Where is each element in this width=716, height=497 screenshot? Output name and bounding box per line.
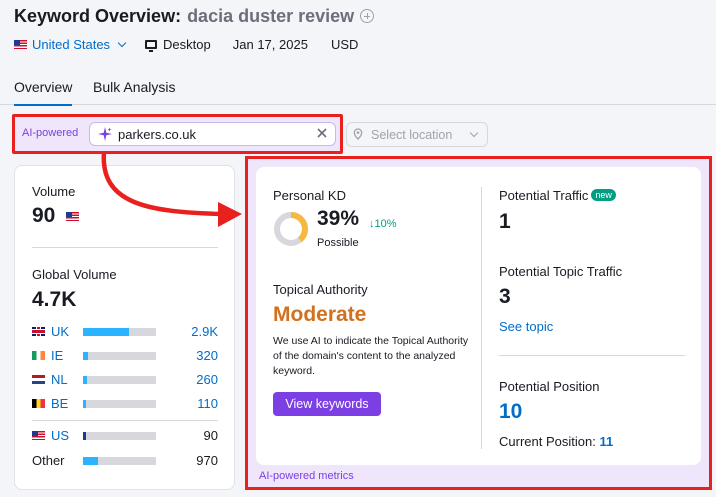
- database-bar: United States Desktop Jan 17, 2025 USD: [14, 37, 358, 52]
- device-label: Desktop: [163, 37, 211, 52]
- be-flag-icon: [32, 399, 45, 408]
- date-label: Jan 17, 2025: [232, 37, 308, 52]
- share-bar: [83, 457, 156, 465]
- potential-topic-traffic-label: Potential Topic Traffic: [499, 264, 623, 279]
- domain-input-value: parkers.co.uk: [118, 127, 197, 142]
- chevron-down-icon: [469, 128, 479, 138]
- country-volume-link[interactable]: 320: [196, 348, 218, 363]
- country-row-ie: IE 320: [32, 348, 218, 364]
- device-indicator: Desktop: [145, 37, 211, 52]
- new-badge: new: [591, 189, 616, 201]
- nl-flag-icon: [32, 375, 45, 384]
- volume-value: 90: [32, 204, 56, 227]
- ai-metrics-footer: AI-powered metrics: [259, 470, 354, 482]
- personal-kd-label: Personal KD: [273, 188, 346, 203]
- add-keyword-icon[interactable]: [360, 9, 375, 23]
- current-position-value[interactable]: 11: [599, 434, 613, 449]
- potential-topic-traffic-value: 3: [499, 285, 511, 308]
- potential-traffic-label-text: Potential Traffic: [499, 188, 589, 203]
- tab-bulk-analysis[interactable]: Bulk Analysis: [93, 79, 175, 95]
- country-row-other: Other 970: [32, 453, 218, 469]
- share-bar: [83, 328, 156, 336]
- currency-label: USD: [330, 37, 359, 52]
- topical-authority-desc: We use AI to indicate the Topical Author…: [273, 335, 469, 377]
- sparkle-icon: [98, 127, 112, 141]
- keyword-text: dacia duster review: [187, 6, 355, 26]
- country-row-be: BE 110: [32, 396, 218, 412]
- country-code-link[interactable]: US: [51, 428, 69, 443]
- view-keywords-button[interactable]: View keywords: [273, 392, 381, 416]
- chevron-down-icon: [117, 38, 127, 47]
- us-flag-icon: [66, 212, 79, 221]
- us-flag-icon: [32, 431, 45, 440]
- volume-card: Volume 90 Global Volume 4.7K UK 2.9K IE …: [14, 165, 235, 490]
- uk-flag-icon: [32, 327, 45, 336]
- share-bar: [83, 432, 156, 440]
- tab-bar: Overview Bulk Analysis: [0, 72, 716, 106]
- us-flag-icon: [14, 40, 27, 49]
- country-row-uk: UK 2.9K: [32, 324, 218, 340]
- country-volume-link[interactable]: 2.9K: [191, 324, 218, 339]
- potential-position-value[interactable]: 10: [499, 400, 522, 424]
- share-bar: [83, 352, 156, 360]
- potential-position-label: Potential Position: [499, 379, 600, 394]
- tab-overview[interactable]: Overview: [14, 79, 73, 106]
- divider: [32, 420, 218, 421]
- current-position: Current Position: 11: [499, 434, 613, 449]
- potential-traffic-label: Potential Traffic new: [499, 188, 616, 203]
- other-label: Other: [32, 453, 65, 468]
- personal-kd-value: 39%: [317, 207, 360, 230]
- ai-metrics-card: Personal KD 39% ↓10% Possible Topical Au…: [256, 167, 701, 465]
- share-bar: [83, 400, 156, 408]
- volume-label: Volume: [32, 184, 76, 199]
- close-icon[interactable]: [316, 127, 328, 139]
- topical-authority-value: Moderate: [273, 303, 367, 326]
- desktop-icon: [145, 40, 158, 52]
- country-code-link[interactable]: UK: [51, 324, 69, 339]
- country-label: United States: [32, 37, 111, 52]
- other-volume: 970: [196, 453, 218, 468]
- kd-donut-chart: [274, 212, 308, 246]
- divider: [32, 247, 218, 248]
- country-row-nl: NL 260: [32, 372, 218, 388]
- country-selector[interactable]: United States: [14, 37, 127, 52]
- ai-domain-bar: AI-powered parkers.co.uk: [12, 114, 343, 154]
- personal-kd-trend: ↓10%: [369, 218, 397, 230]
- country-volume-link[interactable]: 260: [196, 372, 218, 387]
- potential-traffic-value: 1: [499, 210, 511, 233]
- domain-input[interactable]: parkers.co.uk: [89, 122, 336, 146]
- share-bar: [83, 376, 156, 384]
- page-title-label: Keyword Overview:: [14, 6, 182, 26]
- location-select[interactable]: Select location: [346, 122, 488, 147]
- see-topic-link[interactable]: See topic: [499, 319, 553, 334]
- ai-powered-label: AI-powered: [22, 127, 79, 139]
- divider: [499, 355, 685, 356]
- global-volume-value: 4.7K: [32, 288, 77, 311]
- country-volume: 90: [203, 428, 218, 443]
- page-title: Keyword Overview: dacia duster review: [14, 6, 375, 27]
- personal-kd-sub: Possible: [317, 237, 359, 249]
- column-divider: [481, 187, 482, 449]
- ai-metrics-panel: Personal KD 39% ↓10% Possible Topical Au…: [245, 156, 712, 490]
- location-pin-icon: [353, 128, 363, 140]
- country-code-link[interactable]: NL: [51, 372, 68, 387]
- country-code-link[interactable]: BE: [51, 396, 68, 411]
- country-volume-link[interactable]: 110: [197, 396, 218, 411]
- topical-authority-label: Topical Authority: [273, 282, 368, 297]
- country-code-link[interactable]: IE: [51, 348, 63, 363]
- global-volume-label: Global Volume: [32, 267, 117, 282]
- current-position-label: Current Position:: [499, 434, 596, 449]
- country-row-us: US 90: [32, 428, 218, 444]
- ie-flag-icon: [32, 351, 45, 360]
- location-placeholder: Select location: [371, 128, 453, 142]
